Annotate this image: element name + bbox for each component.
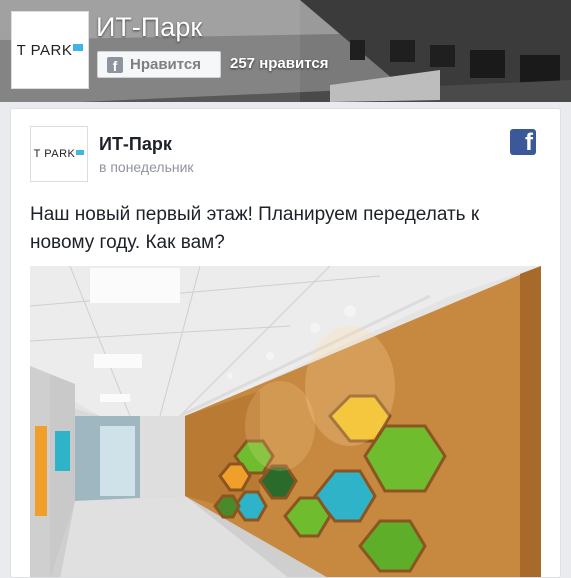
like-count: 257 нравится	[230, 55, 329, 72]
logo-wordmark: T PARK	[16, 41, 73, 59]
facebook-icon[interactable]: f	[510, 129, 536, 155]
corridor-illustration	[30, 266, 541, 577]
page-logo[interactable]: T PARK	[11, 11, 89, 89]
avatar-logo-mark-icon	[76, 149, 85, 155]
logo-text: T PARK	[17, 42, 84, 59]
post-author[interactable]: ИТ-Парк	[99, 134, 172, 155]
page-title[interactable]: ИТ-Парк	[96, 12, 202, 43]
logo-mark-icon	[73, 44, 84, 52]
post-photo[interactable]	[30, 266, 541, 577]
like-button-label: Нравится	[130, 56, 202, 73]
post-avatar[interactable]: T PARK	[30, 126, 88, 182]
avatar-logo-text: T PARK	[34, 148, 85, 160]
like-page-button[interactable]: f Нравится	[97, 51, 221, 78]
facebook-f-icon: f	[107, 56, 123, 73]
page-cover: T PARK ИТ-Парк f Нравится 257 нравится	[0, 0, 571, 102]
post-card: T PARK ИТ-Парк в понедельник f Наш новый…	[10, 108, 561, 578]
post-timestamp[interactable]: в понедельник	[99, 159, 194, 175]
avatar-wordmark: T PARK	[33, 148, 76, 160]
post-text: Наш новый первый этаж! Планируем передел…	[30, 204, 480, 253]
